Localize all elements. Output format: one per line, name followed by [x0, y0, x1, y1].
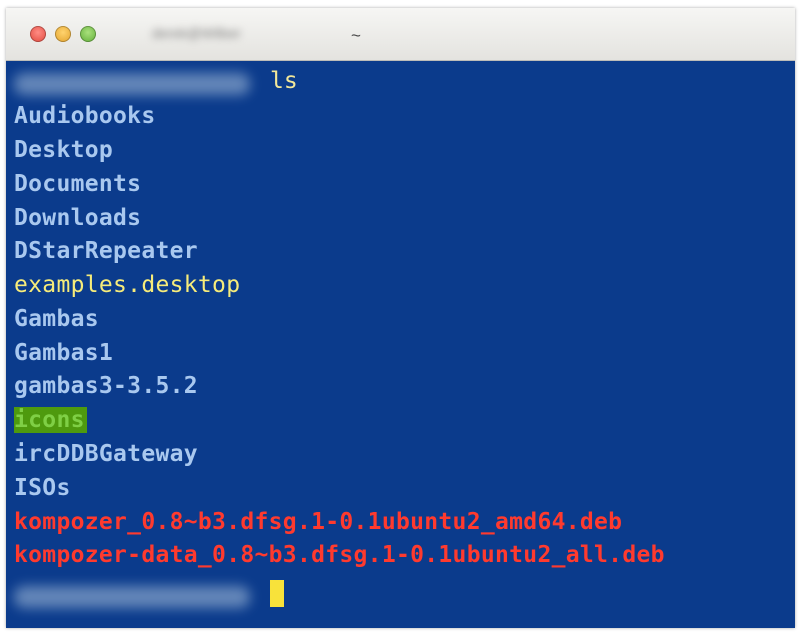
list-item: Audiobooks [14, 103, 156, 129]
list-item: Gambas1 [14, 340, 114, 366]
list-item: ircDDBGateway [14, 441, 198, 467]
close-button[interactable] [30, 26, 46, 42]
text-cursor [270, 580, 284, 607]
list-item: ISOs [14, 475, 71, 501]
prompt-user-blurred [14, 73, 250, 95]
list-item: kompozer_0.8~b3.dfsg.1-0.1ubuntu2_amd64.… [14, 509, 623, 535]
maximize-button[interactable] [80, 26, 96, 42]
list-item: kompozer-data_0.8~b3.dfsg.1-0.1ubuntu2_a… [14, 542, 665, 568]
minimize-button[interactable] [55, 26, 71, 42]
terminal-output[interactable]: ls Audiobooks Desktop Documents Download… [6, 61, 795, 628]
terminal-window[interactable]: derek@Wilber ~ ls Audiobooks Desktop Doc… [6, 8, 795, 628]
list-item: examples.desktop [14, 272, 241, 298]
list-item: DStarRepeater [14, 238, 198, 264]
list-item: Downloads [14, 205, 142, 231]
list-item-highlighted: icons [14, 405, 87, 435]
list-item: Desktop [14, 137, 114, 163]
window-title-path: ~ [351, 26, 361, 45]
window-title-user: derek@Wilber [152, 25, 241, 41]
list-item: Gambas [14, 306, 99, 332]
command-text: ls [270, 68, 298, 94]
prompt-user-blurred [14, 586, 250, 608]
title-bar[interactable]: derek@Wilber ~ [6, 8, 795, 61]
list-item: Documents [14, 171, 142, 197]
list-item: gambas3-3.5.2 [14, 373, 198, 399]
highlighted-entry: icons [14, 407, 87, 433]
